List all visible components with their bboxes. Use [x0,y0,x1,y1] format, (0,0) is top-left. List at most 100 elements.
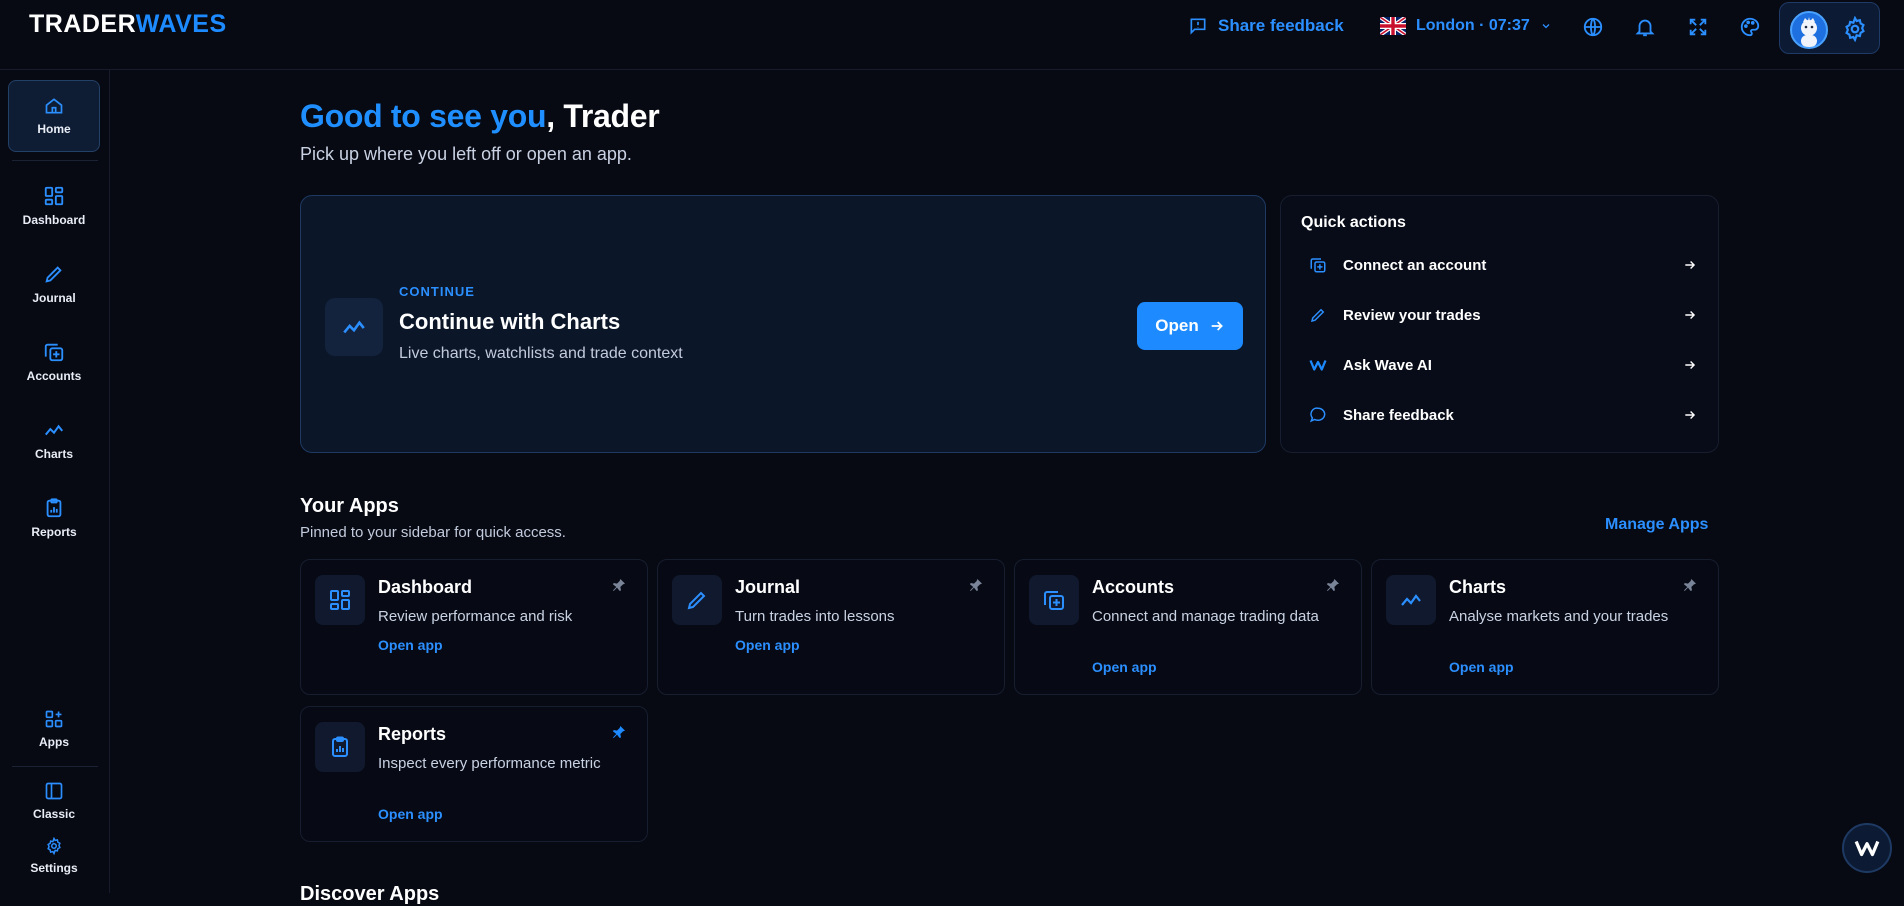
gear-icon [45,837,63,855]
grid-icon [315,575,365,625]
location-selector[interactable]: London · 07:37 [1380,14,1552,38]
location-time: London · 07:37 [1416,17,1530,34]
open-button[interactable]: Open [1137,302,1243,350]
app-name: Journal [735,577,801,597]
home-icon [44,96,64,116]
page-title: Good to see you, Trader [300,98,660,135]
sidebar-divider [12,160,98,161]
open-app-link[interactable]: Open app [1449,659,1514,675]
app-name: Accounts [1092,577,1175,597]
chart-line-icon [43,419,65,441]
clipboard-icon [315,722,365,772]
quick-actions-card: Quick actions Connect an account Review … [1280,195,1719,453]
continue-kicker: CONTINUE [399,284,475,299]
arrow-right-icon [1683,408,1697,422]
chart-line-icon [1386,575,1436,625]
app-description: Analyse markets and your trades [1449,608,1669,625]
open-app-link[interactable]: Open app [735,637,800,653]
sidebar-item-label: Settings [30,861,78,875]
greeting-name: , Trader [546,98,660,134]
quick-action-share-feedback[interactable]: Share feedback [1307,402,1697,428]
logo[interactable]: TRADERWAVES [29,10,227,39]
arrow-right-icon [1209,318,1225,334]
pin-icon[interactable] [968,577,986,595]
clipboard-icon [43,497,65,519]
pin-icon[interactable] [1325,577,1343,595]
feedback-icon [1188,16,1208,36]
bell-icon[interactable] [1632,14,1658,40]
arrow-right-icon [1683,308,1697,322]
chevron-down-icon [1540,20,1552,32]
sidebar-item-home[interactable]: Home [8,80,100,152]
profile-menu[interactable] [1779,2,1880,54]
quick-action-ask-wave-ai[interactable]: Ask Wave AI [1307,352,1697,378]
pin-icon[interactable] [1682,577,1700,595]
sidebar-item-accounts[interactable]: Accounts [8,326,100,398]
sidebar-item-label: Reports [31,525,77,539]
gear-icon[interactable] [1842,16,1868,42]
continue-title: Continue with Charts [399,309,621,334]
pencil-icon [1307,304,1329,326]
app-card-journal[interactable]: Journal Turn trades into lessons Open ap… [657,559,1005,695]
open-app-link[interactable]: Open app [378,637,443,653]
app-card-accounts[interactable]: Accounts Connect and manage trading data… [1014,559,1362,695]
arrow-right-icon [1683,358,1697,372]
sidebar-item-label: Dashboard [22,213,86,227]
add-account-icon [1029,575,1079,625]
greeting-highlight: Good to see you [300,98,547,134]
open-app-link[interactable]: Open app [1092,659,1157,675]
pencil-icon [43,263,65,285]
pin-icon-active[interactable] [611,724,629,742]
logo-part-waves: WAVES [135,10,227,38]
quick-action-review-trades[interactable]: Review your trades [1307,302,1697,328]
share-feedback-label: Share feedback [1218,16,1344,35]
discover-apps-title: Discover Apps [300,883,440,905]
chat-bubble-icon [1307,404,1329,426]
sidebar: Home Dashboard Journal Accounts Charts R… [0,70,110,893]
sidebar-item-dashboard[interactable]: Dashboard [8,170,100,242]
open-app-link[interactable]: Open app [378,806,443,822]
wave-logo-icon [1854,835,1880,861]
manage-apps-link[interactable]: Manage Apps [1605,516,1708,534]
grid-icon [43,185,65,207]
quick-action-label: Ask Wave AI [1343,356,1432,374]
add-account-icon [43,341,65,363]
avatar[interactable] [1790,11,1828,49]
app-card-dashboard[interactable]: Dashboard Review performance and risk Op… [300,559,648,695]
quick-action-label: Connect an account [1343,256,1487,274]
sidebar-item-label: Accounts [26,369,82,383]
page-subtitle: Pick up where you left off or open an ap… [300,144,632,164]
top-bar: TRADERWAVES Share feedback London · 07:3… [0,0,1904,70]
app-card-reports[interactable]: Reports Inspect every performance metric… [300,706,648,842]
app-description: Connect and manage trading data [1092,608,1319,625]
app-name: Charts [1449,577,1507,597]
wave-ai-button[interactable] [1842,823,1892,873]
globe-icon[interactable] [1580,14,1606,40]
wave-logo-icon [1307,354,1329,376]
app-name: Dashboard [378,577,473,597]
fullscreen-icon[interactable] [1685,14,1711,40]
pin-icon[interactable] [611,577,629,595]
sidebar-item-reports[interactable]: Reports [8,482,100,554]
continue-card[interactable]: CONTINUE Continue with Charts Live chart… [300,195,1266,453]
sidebar-item-label: Journal [32,291,76,305]
sidebar-item-label: Home [37,122,71,136]
quick-actions-title: Quick actions [1301,214,1406,231]
sidebar-item-settings[interactable]: Settings [8,820,100,892]
app-card-charts[interactable]: Charts Analyse markets and your trades O… [1371,559,1719,695]
logo-part-trader: TRADER [29,10,136,38]
arrow-right-icon [1683,258,1697,272]
chart-line-icon [325,298,383,356]
palette-icon[interactable] [1737,14,1763,40]
share-feedback-button[interactable]: Share feedback [1188,14,1344,38]
sidebar-item-journal[interactable]: Journal [8,248,100,320]
pencil-icon [672,575,722,625]
sidebar-item-apps[interactable]: Apps [8,693,100,765]
app-description: Review performance and risk [378,608,573,625]
sidebar-item-charts[interactable]: Charts [8,404,100,476]
continue-description: Live charts, watchlists and trade contex… [399,345,683,362]
quick-action-label: Share feedback [1343,406,1454,424]
quick-action-connect-account[interactable]: Connect an account [1307,252,1697,278]
flag-uk-icon [1380,17,1406,35]
app-name: Reports [378,724,447,744]
